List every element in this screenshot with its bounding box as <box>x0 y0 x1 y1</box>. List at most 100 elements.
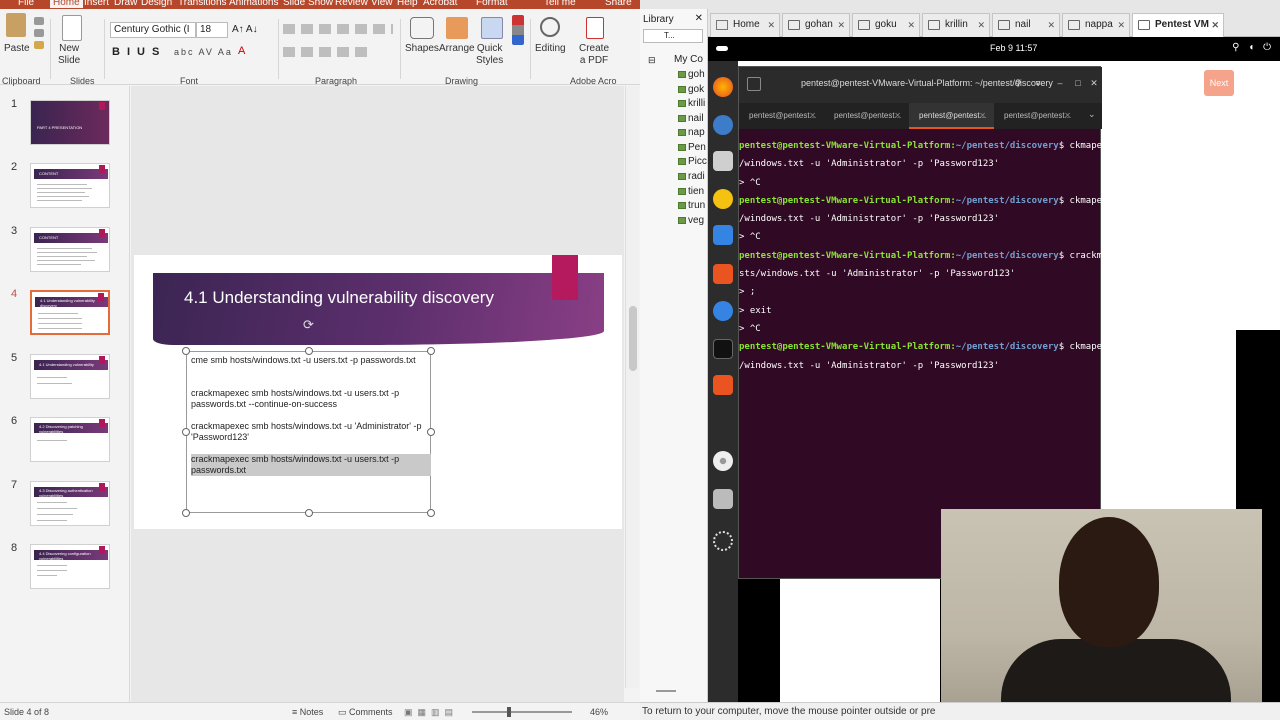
minimize-icon[interactable]: – <box>1053 76 1067 90</box>
resize-handle[interactable] <box>182 509 190 517</box>
new-tab-icon[interactable] <box>747 77 761 91</box>
tab-nail[interactable]: nail ✕ <box>992 13 1060 37</box>
library-item-tien[interactable]: tien <box>678 186 704 197</box>
search-icon[interactable]: ⚲ <box>1011 76 1025 90</box>
zoom-level[interactable]: 46% <box>590 707 608 717</box>
library-item-krillin[interactable]: krilli <box>678 98 705 109</box>
tab-review[interactable]: Review <box>335 0 368 8</box>
tab-insert[interactable]: Insert <box>84 0 109 8</box>
arrange-button[interactable]: Arrange <box>439 43 475 54</box>
list-icons[interactable] <box>283 24 393 34</box>
tab-goku[interactable]: goku ✕ <box>852 13 920 37</box>
paste-button[interactable]: Paste <box>4 43 30 54</box>
grow-font-icon[interactable]: A↑ A↓ <box>232 24 258 35</box>
tab-design[interactable]: Design <box>141 0 172 8</box>
font-size-select[interactable]: 18 <box>196 22 228 38</box>
terminal-tab[interactable]: pentest@pentest... ✕ <box>994 103 1079 129</box>
slide-thumbnail-3[interactable]: CONTENT <box>30 227 110 272</box>
library-item-nail[interactable]: nail <box>678 113 704 124</box>
slide-thumbnail-8[interactable]: 4.4 Discovering configuration vulnerabil… <box>30 544 110 589</box>
font-color-icon[interactable]: A <box>238 45 245 57</box>
chevron-down-icon[interactable]: ⌄ <box>1088 109 1096 120</box>
tab-draw[interactable]: Draw <box>114 0 137 8</box>
view-buttons[interactable]: ▣▦▥▤ <box>404 707 458 718</box>
terminal-tab-active[interactable]: pentest@pentest... ✕ <box>909 103 994 129</box>
create-pdf-icon[interactable] <box>586 17 604 39</box>
library-item-nappa[interactable]: nap <box>678 127 705 138</box>
slide-text-line[interactable]: cme smb hosts/windows.txt -u users.txt -… <box>191 355 431 366</box>
tab-transitions[interactable]: Transitions <box>178 0 227 8</box>
library-item-pentest[interactable]: Pen <box>678 142 706 153</box>
slide-text-line-selected[interactable]: crackmapexec smb hosts/windows.txt -u us… <box>191 454 431 476</box>
zoom-slider-thumb[interactable] <box>507 707 511 717</box>
rotate-handle-icon[interactable]: ⟳ <box>303 317 314 333</box>
writer-icon[interactable] <box>713 225 733 245</box>
slide-thumbnail-1[interactable]: PART 4 PRESENTATION <box>30 100 110 145</box>
resize-handle[interactable] <box>182 428 190 436</box>
paste-icon[interactable] <box>6 13 26 37</box>
library-search-input[interactable]: T... <box>643 29 703 43</box>
close-icon[interactable]: ✕ <box>695 13 703 24</box>
tab-gohan[interactable]: gohan ✕ <box>782 13 850 37</box>
slide-text-line[interactable]: crackmapexec smb hosts/windows.txt -u us… <box>191 388 431 410</box>
font-name-select[interactable]: Century Gothic (I <box>110 22 196 38</box>
slide-text-line[interactable]: crackmapexec smb hosts/windows.txt -u 'A… <box>191 421 431 443</box>
library-root[interactable]: My Co <box>674 54 703 65</box>
slide[interactable]: 4.1 Understanding vulnerability discover… <box>134 255 622 529</box>
library-item-gohan[interactable]: goh <box>678 69 705 80</box>
library-item-piccolo[interactable]: Picc <box>678 156 707 167</box>
firefox-icon[interactable] <box>713 77 733 97</box>
terminal-window[interactable]: pentest@pentest-VMware-Virtual-Platform:… <box>738 66 1102 579</box>
new-slide-icon[interactable] <box>62 15 82 41</box>
tab-acrobat[interactable]: Acrobat <box>423 0 457 8</box>
library-item-raditz[interactable]: radi <box>678 171 705 182</box>
resize-handle[interactable] <box>427 509 435 517</box>
tab-slide-show[interactable]: Slide Show <box>283 0 333 8</box>
shapes-icon[interactable] <box>410 17 434 39</box>
bold-italic-underline-icons[interactable]: BIUS <box>112 46 166 58</box>
close-icon[interactable]: ✕ <box>1087 76 1101 90</box>
resize-handle[interactable] <box>305 347 313 355</box>
resize-handle[interactable] <box>182 347 190 355</box>
rhythmbox-icon[interactable] <box>713 189 733 209</box>
library-item-trunks[interactable]: trun <box>678 200 705 211</box>
quick-styles-icon[interactable] <box>481 17 503 39</box>
software-updater-icon[interactable] <box>713 375 733 395</box>
slide-thumbnail-6[interactable]: 4.2 Discovering patching vulnerabilities <box>30 417 110 462</box>
tab-animations[interactable]: Animations <box>229 0 278 8</box>
resize-handle[interactable] <box>305 509 313 517</box>
tab-home[interactable]: Home ✕ <box>710 13 780 37</box>
slide-text-box[interactable]: cme smb hosts/windows.txt -u users.txt -… <box>186 351 431 513</box>
slide-title[interactable]: 4.1 Understanding vulnerability discover… <box>184 287 514 309</box>
resize-handle[interactable] <box>427 347 435 355</box>
tab-krillin[interactable]: krillin ✕ <box>922 13 990 37</box>
tab-file[interactable]: File <box>18 0 34 8</box>
tab-home[interactable]: Home <box>50 0 83 8</box>
slide-thumbnail-2[interactable]: CONTENT <box>30 163 110 208</box>
tab-pentest-vm[interactable]: Pentest VM ✕ <box>1132 13 1224 37</box>
terminal-tab[interactable]: pentest@pentest... ✕ <box>824 103 909 129</box>
tree-collapse-icon[interactable]: ⊟ <box>648 55 656 66</box>
library-item-vegeta[interactable]: veg <box>678 215 704 226</box>
slide-scrollbar[interactable] <box>625 86 639 688</box>
search-icon[interactable] <box>540 17 560 37</box>
maximize-icon[interactable]: □ <box>1071 76 1085 90</box>
files-icon[interactable] <box>713 151 733 171</box>
shapes-button[interactable]: Shapes <box>405 43 439 54</box>
quick-styles-button[interactable]: Quick Styles <box>476 43 503 67</box>
clock[interactable]: Feb 9 11:57 <box>990 43 1037 53</box>
zoom-slider[interactable] <box>472 711 572 713</box>
thunderbird-icon[interactable] <box>713 115 733 135</box>
tab-help[interactable]: Help <box>397 0 418 8</box>
terminal-icon[interactable] <box>713 339 733 359</box>
library-scrollbar[interactable] <box>656 690 676 692</box>
editing-button[interactable]: Editing <box>535 43 566 54</box>
arrange-icon[interactable] <box>446 17 468 39</box>
menu-icon[interactable]: ≡ <box>1031 76 1045 90</box>
app-center-icon[interactable] <box>713 264 733 284</box>
copy-icon[interactable] <box>34 29 44 37</box>
slide-thumbnail-4[interactable]: 4.1 Understanding vulnerability discover… <box>30 290 110 335</box>
system-tray-icons[interactable]: ⚲ ◖ ⏻ <box>1232 42 1274 53</box>
tab-format[interactable]: Format <box>476 0 508 8</box>
format-painter-icon[interactable] <box>34 41 44 49</box>
